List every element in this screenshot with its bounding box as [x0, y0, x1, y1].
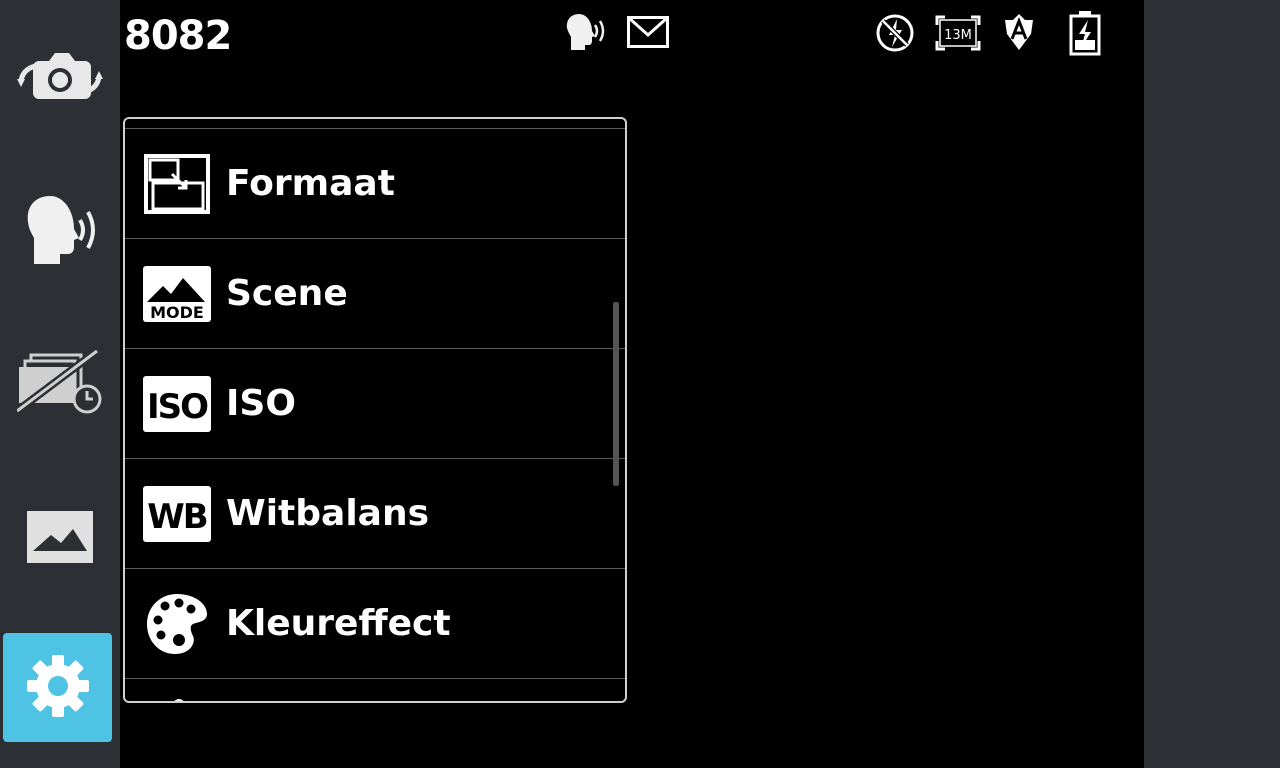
- menu-item-next-partial[interactable]: [125, 678, 625, 701]
- menu-item-witbalans[interactable]: WB Witbalans: [125, 458, 625, 568]
- image-size-icon: [143, 153, 211, 214]
- menu-scrollbar[interactable]: [613, 302, 619, 486]
- menu-item-label: Kleureffect: [226, 603, 451, 644]
- list-top-edge: [125, 119, 625, 128]
- switch-camera-button[interactable]: [0, 24, 120, 134]
- palette-icon: [143, 593, 211, 654]
- white-balance-badge: WB: [147, 497, 207, 537]
- iso-badge: ISO: [147, 387, 208, 427]
- menu-item-label: ISO: [226, 383, 296, 424]
- voice-shutter-icon: [563, 12, 607, 52]
- timer-off-icon: [17, 349, 103, 415]
- settings-button[interactable]: [3, 633, 112, 742]
- auto-focus-icon: [999, 12, 1039, 52]
- menu-item-kleureffect[interactable]: Kleureffect: [125, 568, 625, 678]
- resolution-label: 13M: [944, 28, 972, 43]
- remaining-shots-count: 8082: [124, 13, 232, 59]
- white-balance-icon: WB: [143, 485, 211, 543]
- voice-shutter-button[interactable]: [0, 175, 120, 285]
- menu-item-label: Witbalans: [226, 493, 430, 534]
- menu-item-label: Scene: [226, 273, 348, 314]
- menu-item-scene[interactable]: MODE Scene: [125, 238, 625, 348]
- camera-settings-menu: Formaat MODE Scene ISO ISO WB Witbalans …: [123, 117, 627, 703]
- menu-item-formaat[interactable]: Formaat: [125, 128, 625, 238]
- camera-sidebar: [0, 0, 120, 768]
- partial-item-icon: [173, 699, 185, 701]
- gallery-icon: [27, 511, 93, 563]
- flash-off-icon: [875, 13, 915, 53]
- battery-charging-icon: [1068, 10, 1102, 56]
- resolution-13m-icon: 13M: [935, 15, 981, 51]
- gallery-button[interactable]: [0, 482, 120, 592]
- timer-burst-button[interactable]: [0, 327, 120, 437]
- mail-icon: [627, 16, 669, 48]
- scene-mode-icon: MODE: [143, 265, 211, 323]
- scene-mode-badge: MODE: [150, 303, 204, 322]
- menu-item-iso[interactable]: ISO ISO: [125, 348, 625, 458]
- camera-swap-icon: [17, 51, 103, 107]
- gear-icon: [25, 653, 91, 723]
- right-panel: [1144, 0, 1280, 768]
- menu-item-label: Formaat: [226, 163, 395, 204]
- iso-icon: ISO: [143, 375, 211, 433]
- speaking-head-icon: [20, 194, 100, 266]
